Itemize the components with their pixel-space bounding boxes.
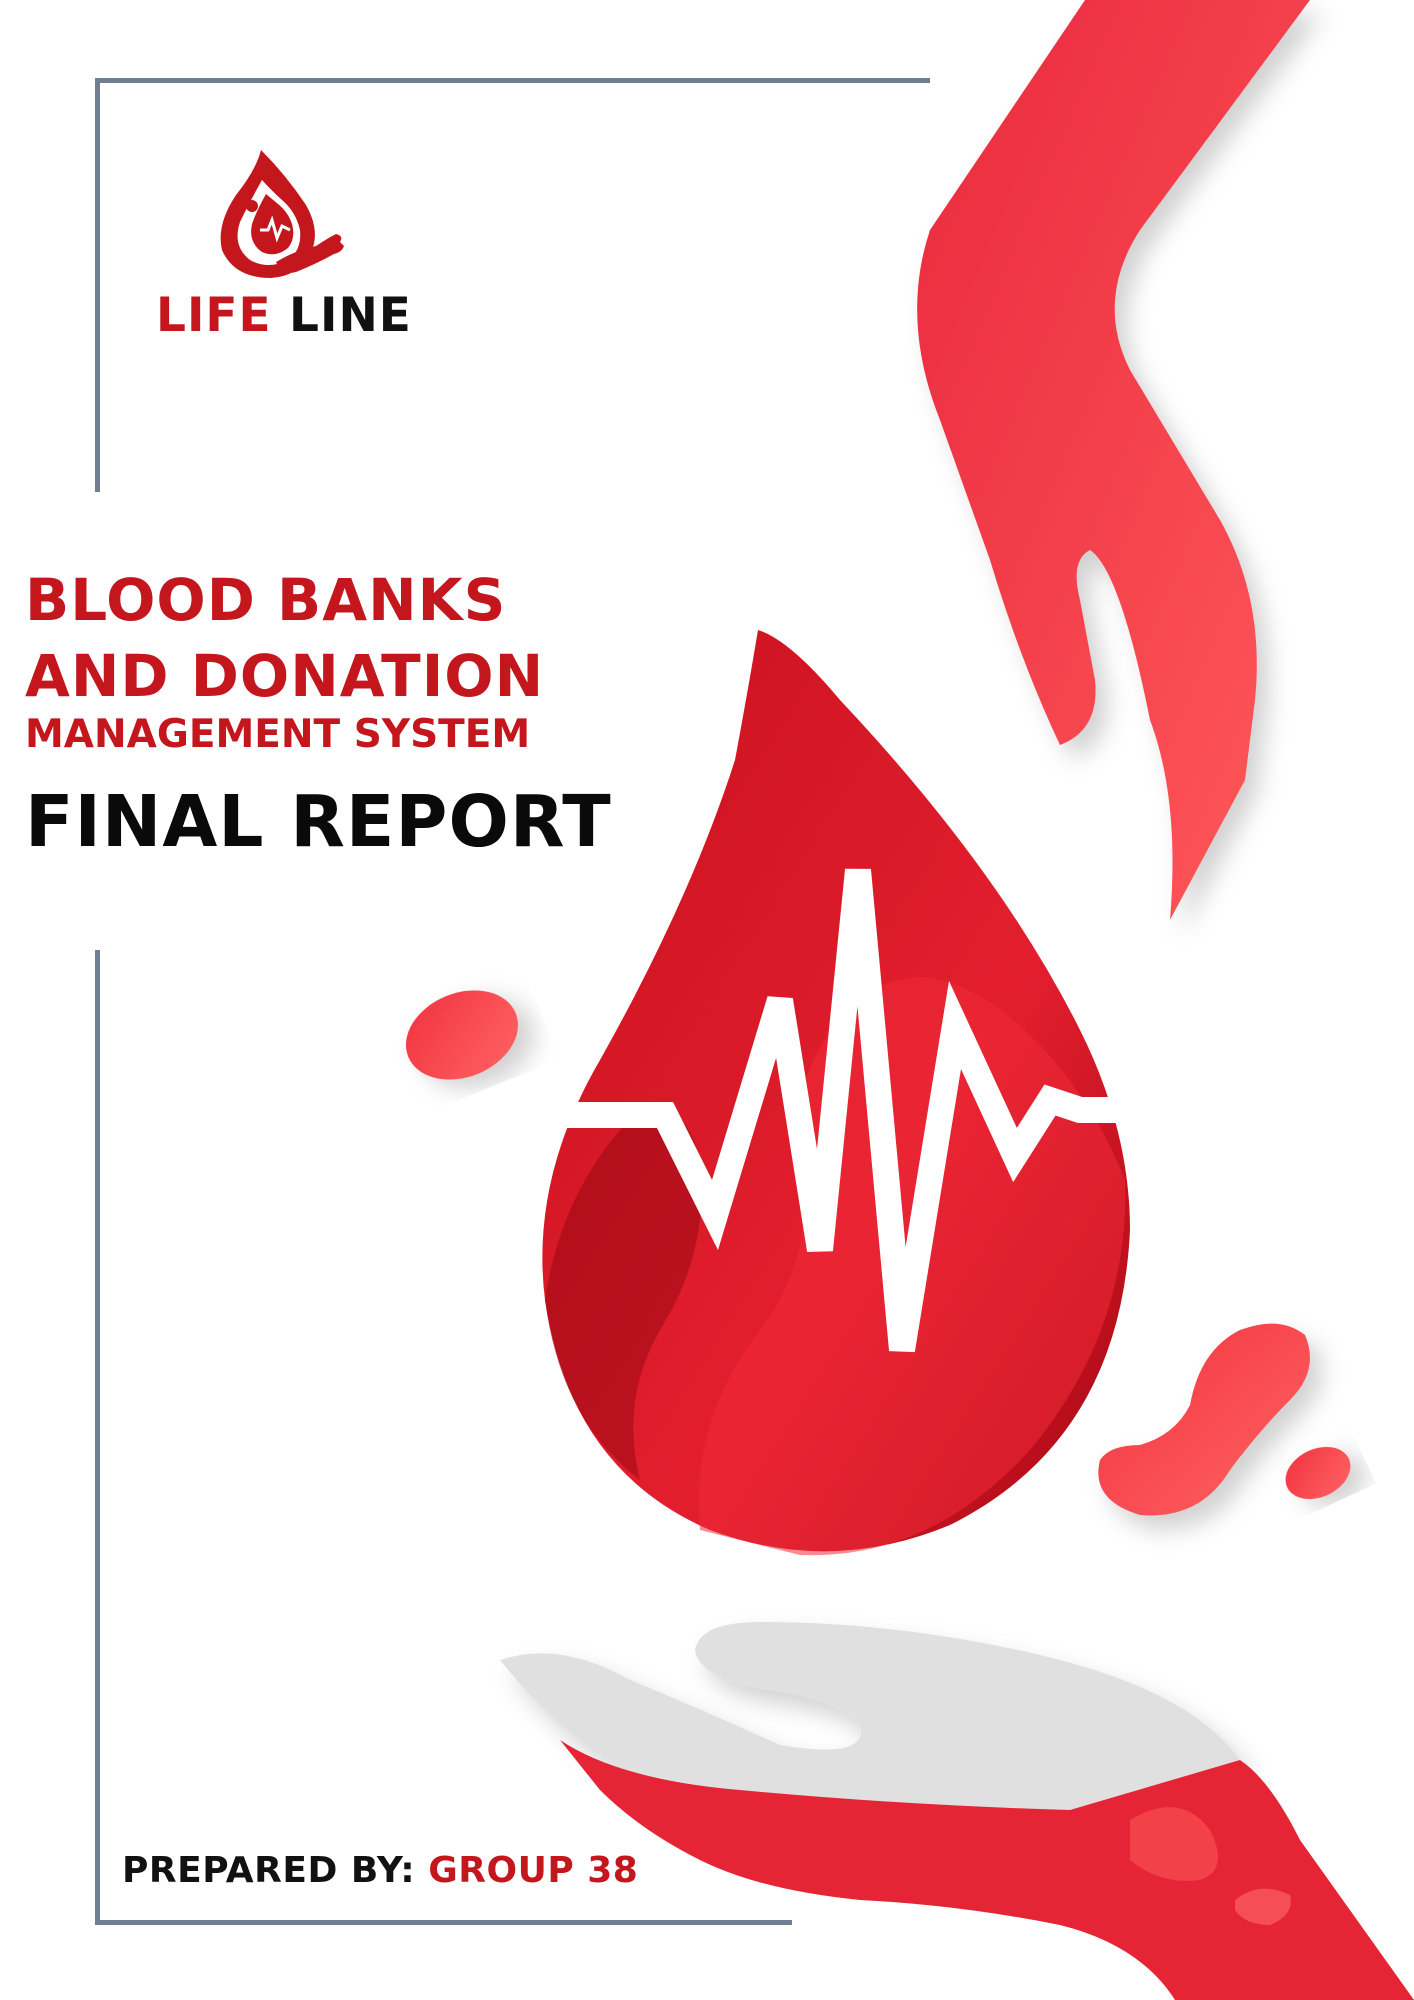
prepared-by-group: GROUP 38 (428, 1850, 639, 1891)
report-title: FINAL REPORT (25, 780, 612, 863)
life-line-logo: LIFE LINE (150, 150, 411, 350)
blood-drop-heartbeat-icon (542, 630, 1130, 1556)
logo-text: LIFE LINE (156, 288, 412, 343)
frame-left-upper-line (95, 78, 100, 492)
frame-bottom-line (96, 1920, 792, 1925)
title-line-3: MANAGEMENT SYSTEM (25, 712, 531, 757)
logo-word-life: LIFE (156, 288, 272, 343)
frame-left-lower-line (95, 950, 100, 1925)
blood-splash-right (1098, 1323, 1310, 1516)
giving-hand-icon (917, 0, 1310, 920)
frame-top-line (96, 78, 930, 83)
blood-splash-left (405, 990, 519, 1080)
prepared-by-label: PREPARED BY: (122, 1850, 416, 1891)
prepared-by: PREPARED BY: GROUP 38 (122, 1850, 638, 1891)
title-line-1: BLOOD BANKS (25, 566, 507, 634)
blood-splash-small (1285, 1446, 1351, 1500)
logo-word-line: LINE (289, 288, 412, 343)
blood-drop-logo-icon (220, 150, 344, 278)
title-line-2: AND DONATION (25, 642, 545, 710)
